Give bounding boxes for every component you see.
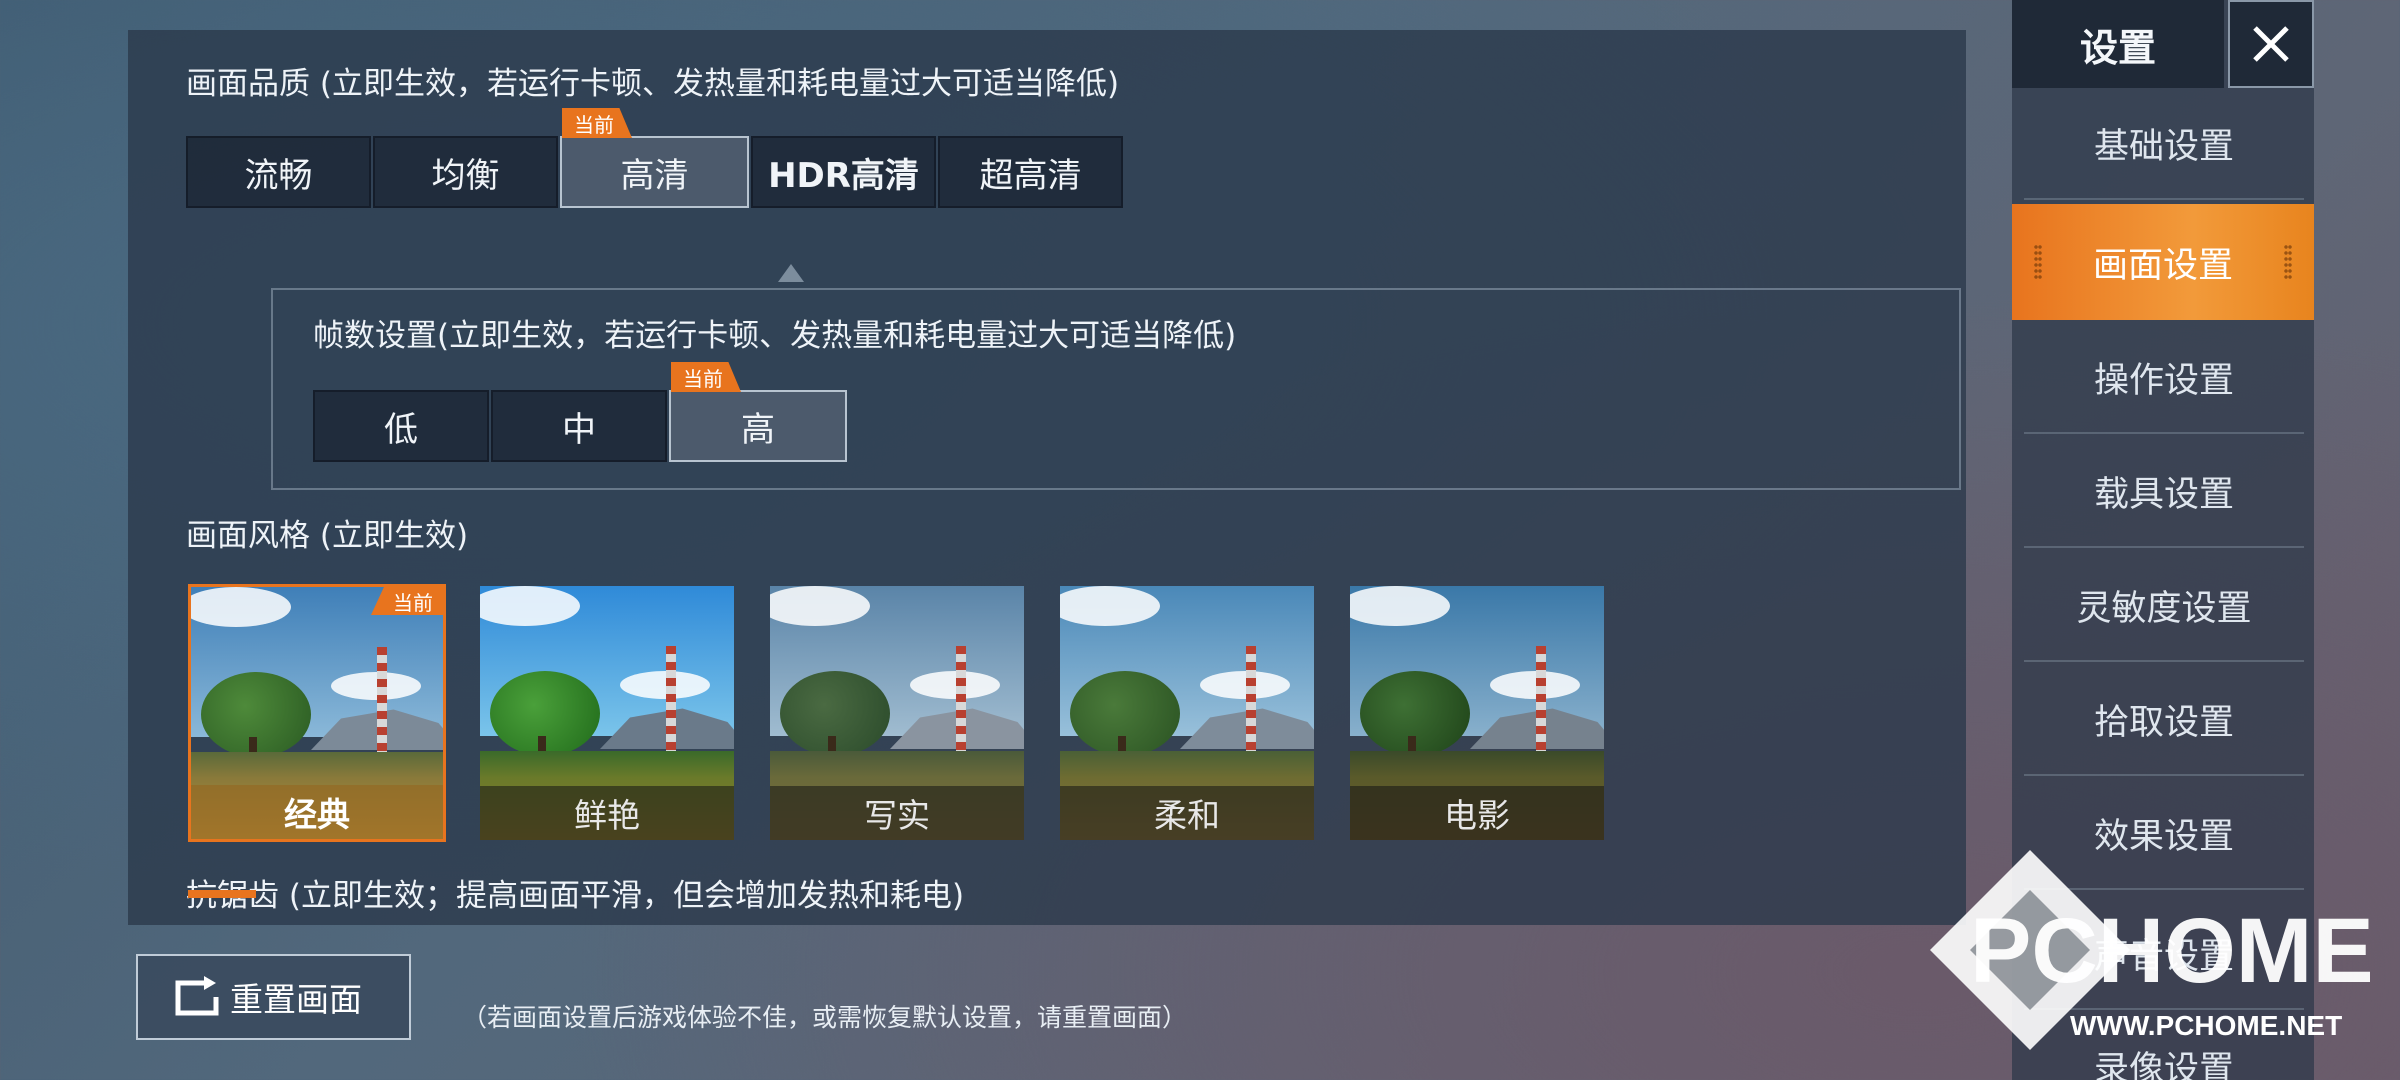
antialias-title: 抗锯齿 (立即生效；提高画面平滑，但会增加发热和耗电) <box>186 878 965 914</box>
sidebar-item-recording[interactable]: 录像设置 <box>2024 1010 2304 1080</box>
sidebar-item-pickup[interactable]: 拾取设置 <box>2024 664 2304 776</box>
fps-option-low[interactable]: 低 <box>313 390 489 462</box>
reset-note: （若画面设置后游戏体验不佳，或需恢复默认设置，请重置画面） <box>462 1003 1188 1032</box>
style-option-realistic[interactable]: 写实 <box>768 584 1026 842</box>
fps-option-mid[interactable]: 中 <box>491 390 667 462</box>
quality-option-balanced[interactable]: 均衡 <box>373 136 558 208</box>
quality-option-label: HDR高清 <box>768 155 919 196</box>
quality-option-hdr[interactable]: HDR高清 <box>751 136 936 208</box>
quality-option-label: 高清 <box>620 155 689 196</box>
quality-options: 流畅 均衡 当前 高清 HDR高清 超高清 <box>186 108 1125 208</box>
style-title: 画面风格 (立即生效) <box>186 518 469 554</box>
style-option-label: 鲜艳 <box>480 786 734 840</box>
sidebar-item-label: 画面设置 <box>2092 245 2233 286</box>
sidebar-item-label: 操作设置 <box>2093 360 2234 401</box>
current-badge: 当前 <box>671 362 741 392</box>
fps-title: 帧数设置(立即生效，若运行卡顿、发热量和耗电量过大可适当降低) <box>313 318 1237 354</box>
close-icon <box>2253 26 2289 62</box>
style-option-label: 写实 <box>770 786 1024 840</box>
fps-option-label: 中 <box>562 409 596 450</box>
sidebar-item-label: 录像设置 <box>2093 1049 2234 1080</box>
reset-button-label: 重置画面 <box>230 980 362 1019</box>
close-button[interactable] <box>2228 0 2314 88</box>
fps-option-label: 低 <box>384 409 418 450</box>
current-badge: 当前 <box>562 108 632 138</box>
fps-options: 低 中 当前 高 <box>313 362 849 462</box>
quality-title: 画面品质 (立即生效，若运行卡顿、发热量和耗电量过大可适当降低) <box>186 66 1120 102</box>
sidebar-item-sensitivity[interactable]: 灵敏度设置 <box>2024 550 2304 662</box>
sidebar-item-sound[interactable]: 声音设置 <box>2024 898 2304 1010</box>
reset-icon <box>175 976 219 1016</box>
quality-option-ultra[interactable]: 超高清 <box>938 136 1123 208</box>
quality-option-label: 流畅 <box>244 155 313 196</box>
style-options: 当前 经典 鲜艳 写实 柔和 电影 <box>188 584 1638 842</box>
quality-option-label: 超高清 <box>979 155 1082 196</box>
sidebar-item-controls[interactable]: 操作设置 <box>2024 322 2304 434</box>
quality-option-label: 均衡 <box>431 155 500 196</box>
style-option-label: 经典 <box>191 785 443 839</box>
grip-right-icon <box>2284 244 2292 280</box>
grip-left-icon <box>2034 244 2042 280</box>
sidebar-item-label: 声音设置 <box>2093 936 2234 977</box>
style-option-soft[interactable]: 柔和 <box>1058 584 1316 842</box>
quality-option-smooth[interactable]: 流畅 <box>186 136 371 208</box>
sidebar-item-label: 基础设置 <box>2093 126 2234 167</box>
sidebar-item-vehicle[interactable]: 载具设置 <box>2024 436 2304 548</box>
sidebar-item-label: 拾取设置 <box>2093 702 2234 743</box>
antialias-current-badge <box>188 890 256 898</box>
sidebar-item-label: 载具设置 <box>2093 474 2234 515</box>
fps-option-high[interactable]: 当前 高 <box>669 362 847 462</box>
quality-caret-icon <box>778 264 804 282</box>
settings-sidebar: 设置 基础设置 画面设置 操作设置 载具设置 灵敏度设置 拾取设置 效果设置 声… <box>2012 0 2314 1080</box>
sidebar-item-effects[interactable]: 效果设置 <box>2024 778 2304 890</box>
sidebar-item-label: 灵敏度设置 <box>2076 588 2252 629</box>
quality-option-hd[interactable]: 当前 高清 <box>560 108 749 208</box>
fps-settings-box: 帧数设置(立即生效，若运行卡顿、发热量和耗电量过大可适当降低) 低 中 当前 高 <box>271 288 1961 490</box>
fps-option-label: 高 <box>741 409 775 450</box>
sidebar-title: 设置 <box>2012 0 2224 88</box>
reset-graphics-button[interactable]: 重置画面 <box>136 954 411 1040</box>
sidebar-item-basic[interactable]: 基础设置 <box>2024 88 2304 200</box>
style-option-vivid[interactable]: 鲜艳 <box>478 584 736 842</box>
sidebar-item-label: 效果设置 <box>2093 816 2234 857</box>
sidebar-item-graphics[interactable]: 画面设置 <box>2012 204 2314 320</box>
style-option-label: 柔和 <box>1060 786 1314 840</box>
style-option-cinema[interactable]: 电影 <box>1348 584 1606 842</box>
style-option-label: 电影 <box>1350 786 1604 840</box>
style-option-classic[interactable]: 当前 经典 <box>188 584 446 842</box>
